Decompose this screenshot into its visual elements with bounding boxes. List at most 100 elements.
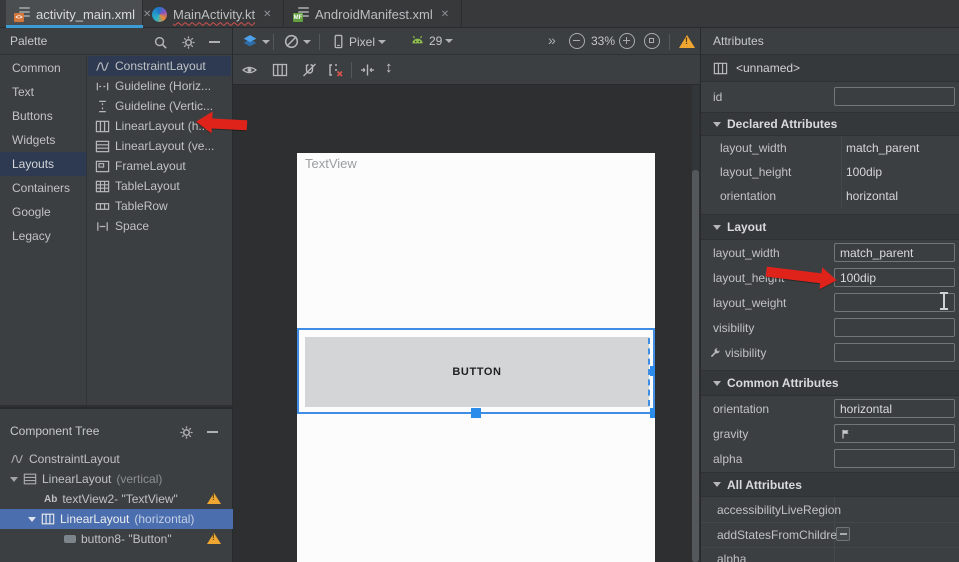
section-layout[interactable]: Layout <box>701 214 959 240</box>
resize-handle-bottom-right[interactable] <box>650 408 655 418</box>
orientation-field[interactable]: horizontal <box>834 399 955 418</box>
tree-node-textview2[interactable]: Ab textView2- "TextView" <box>0 489 233 509</box>
annotation-arrow-linearlayout <box>195 110 248 139</box>
resize-handle-right[interactable] <box>650 366 655 376</box>
alpha-field[interactable] <box>834 449 955 468</box>
linearlayout-horizontal-icon <box>713 61 728 76</box>
chevron-down-icon <box>262 40 270 44</box>
attr-value[interactable]: horizontal <box>846 189 898 203</box>
clear-constraints-button[interactable] <box>327 62 345 78</box>
design-scrollbar-thumb[interactable] <box>692 170 699 562</box>
selection-rectangle[interactable] <box>297 328 655 414</box>
eye-icon <box>241 62 258 78</box>
tree-node-constraintlayout[interactable]: ConstraintLayout <box>0 449 233 469</box>
palette-categories: Common Text Buttons Widgets Layouts Cont… <box>0 56 87 405</box>
section-common-attributes[interactable]: Common Attributes <box>701 370 959 396</box>
component-tree-header: Component Tree <box>0 417 232 445</box>
close-icon[interactable]: ✕ <box>263 9 271 20</box>
attr-value[interactable]: 100dip <box>846 165 882 179</box>
collapse-arrow-icon <box>713 225 721 230</box>
constraintlayout-icon <box>10 452 24 466</box>
palette-category-widgets[interactable]: Widgets <box>0 128 86 152</box>
component-name: <unnamed> <box>736 61 800 75</box>
id-field[interactable] <box>834 87 955 106</box>
flag-icon <box>840 428 852 440</box>
palette-category-layouts[interactable]: Layouts <box>0 152 86 176</box>
chevron-down-icon <box>303 40 311 44</box>
tab-activity-main-xml[interactable]: <> activity_main.xml ✕ <box>6 0 143 28</box>
expand-vertical-button[interactable]: ↕ <box>385 59 393 76</box>
layout-width-field[interactable]: match_parent <box>834 243 955 262</box>
palette-category-legacy[interactable]: Legacy <box>0 224 86 248</box>
search-icon[interactable] <box>152 34 168 50</box>
palette-panel: Palette Common Text Buttons Widgets Layo… <box>0 28 233 405</box>
linearlayout-mode-button[interactable] <box>272 62 288 78</box>
resize-vertical-icon: ↕ <box>385 59 393 76</box>
palette-category-text[interactable]: Text <box>0 80 86 104</box>
indeterminate-checkbox[interactable] <box>836 527 850 541</box>
attr-value[interactable]: match_parent <box>846 141 919 155</box>
palette-category-google[interactable]: Google <box>0 200 86 224</box>
hide-panel-icon[interactable] <box>204 424 220 440</box>
palette-category-containers[interactable]: Containers <box>0 176 86 200</box>
section-all-attributes[interactable]: All Attributes <box>701 472 959 497</box>
manifest-xml-file-icon: MF <box>293 6 309 22</box>
linearlayout-vertical-icon <box>95 139 110 154</box>
layout-height-field[interactable]: 100dip <box>834 268 955 287</box>
layout-weight-field[interactable] <box>834 293 955 312</box>
editor-tab-bar: <> activity_main.xml ✕ MainActivity.kt ✕… <box>0 0 959 28</box>
gear-icon[interactable] <box>180 34 196 50</box>
zoom-in-button[interactable] <box>619 33 635 49</box>
attr-row: gravity <box>701 421 959 446</box>
guideline-vertical-icon <box>95 99 110 114</box>
attributes-title: Attributes <box>701 34 764 48</box>
tablerow-icon <box>95 199 110 214</box>
palette-item-space[interactable]: Space <box>88 216 231 236</box>
phone-icon <box>331 33 346 50</box>
palette-item-framelayout[interactable]: FrameLayout <box>88 156 231 176</box>
space-icon <box>95 219 110 234</box>
api-version-selector[interactable]: 29 <box>409 33 453 48</box>
design-surface-selector[interactable] <box>241 33 270 50</box>
expand-arrow-icon[interactable] <box>28 517 36 522</box>
warning-icon <box>679 35 695 48</box>
palette-category-buttons[interactable]: Buttons <box>0 104 86 128</box>
zoom-to-fit-button[interactable] <box>644 33 660 49</box>
magnet-off-icon <box>301 62 318 78</box>
expand-arrow-icon[interactable] <box>10 477 18 482</box>
tab-mainactivity-kt[interactable]: MainActivity.kt ✕ <box>144 0 284 28</box>
attr-row: orientation horizontal <box>701 396 959 421</box>
collapse-arrow-icon <box>713 482 721 487</box>
palette-category-common[interactable]: Common <box>0 56 86 80</box>
palette-item-guideline-horizontal[interactable]: Guideline (Horiz... <box>88 76 231 96</box>
gravity-field[interactable] <box>834 424 955 443</box>
tools-visibility-field[interactable] <box>834 343 955 362</box>
design-toolbar: Pixel 29 » 33% <box>233 28 700 55</box>
component-tree-panel: Component Tree ConstraintLayout LinearLa… <box>0 407 233 562</box>
view-options-button[interactable] <box>241 62 258 78</box>
gear-icon[interactable] <box>178 424 194 440</box>
orientation-selector[interactable] <box>283 33 311 50</box>
overflow-actions[interactable]: » <box>548 32 556 48</box>
canvas-textview[interactable]: TextView <box>305 156 357 171</box>
distribute-horizontal-button[interactable] <box>359 62 376 78</box>
tab-androidmanifest-xml[interactable]: MF AndroidManifest.xml ✕ <box>285 0 462 28</box>
close-icon[interactable]: ✕ <box>441 9 449 20</box>
device-selector[interactable]: Pixel <box>331 33 386 50</box>
palette-item-tablerow[interactable]: TableRow <box>88 196 231 216</box>
wrench-icon <box>709 346 722 359</box>
hide-panel-icon[interactable] <box>206 34 222 50</box>
button-widget-icon <box>64 535 76 543</box>
resize-handle-bottom[interactable] <box>471 408 481 418</box>
autoconnect-off-button[interactable] <box>301 62 318 78</box>
warnings-errors-button[interactable] <box>679 35 695 48</box>
tree-node-linearlayout-vertical[interactable]: LinearLayout(vertical) <box>0 469 233 489</box>
tree-node-linearlayout-horizontal[interactable]: LinearLayout(horizontal) <box>0 509 233 529</box>
section-declared-attributes[interactable]: Declared Attributes <box>701 112 959 136</box>
palette-item-constraintlayout[interactable]: ConstraintLayout <box>88 56 231 76</box>
visibility-field[interactable] <box>834 318 955 337</box>
palette-item-linearlayout-vertical[interactable]: LinearLayout (ve... <box>88 136 231 156</box>
tree-node-button8[interactable]: button8- "Button" <box>0 529 233 549</box>
palette-item-tablelayout[interactable]: TableLayout <box>88 176 231 196</box>
zoom-out-button[interactable] <box>569 33 585 49</box>
